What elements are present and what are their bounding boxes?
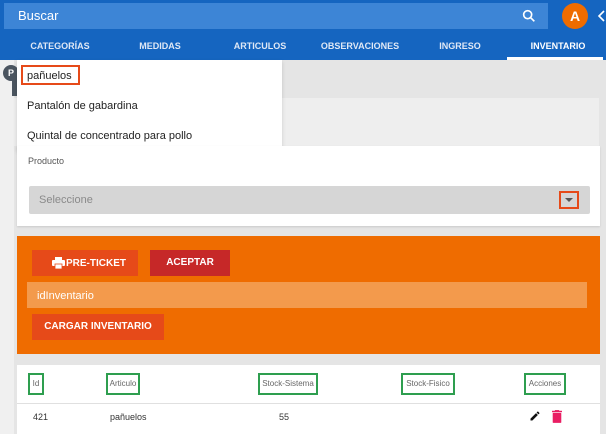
header-stock-sistema: Stock-Sistema	[258, 373, 318, 395]
background-panel	[0, 60, 14, 434]
producto-card: Producto Seleccione	[17, 146, 600, 226]
producto-select[interactable]: Seleccione	[29, 186, 590, 214]
header-stock-fisico: Stock-Fisico	[401, 373, 455, 395]
cell-id: 421	[33, 412, 49, 422]
cell-articulo: pañuelos	[110, 412, 147, 422]
tab-categorias[interactable]: CATEGORÍAS	[0, 32, 120, 60]
dropdown-arrow-button[interactable]	[559, 191, 579, 209]
cell-stock-sistema: 55	[279, 412, 290, 422]
caret-down-icon	[565, 198, 573, 202]
id-inventario-field[interactable]: idInventario	[27, 282, 587, 308]
pre-ticket-button[interactable]: PRE-TICKET	[32, 250, 138, 276]
edit-icon[interactable]	[529, 410, 541, 422]
search-icon[interactable]	[521, 8, 537, 24]
pre-ticket-label: PRE-TICKET	[66, 258, 126, 269]
user-avatar[interactable]: A	[562, 3, 588, 29]
producto-label: Producto	[28, 156, 65, 166]
header-acciones: Acciones	[524, 373, 566, 395]
tab-inventario[interactable]: INVENTARIO	[510, 32, 606, 60]
chevron-left-icon[interactable]	[597, 10, 606, 22]
top-app-bar: A	[0, 0, 606, 32]
inventory-actions-panel: PRE-TICKET ACEPTAR idInventario CARGAR I…	[17, 236, 600, 354]
cargar-inventario-button[interactable]: CARGAR INVENTARIO	[32, 314, 164, 340]
dropdown-option-quintal[interactable]: Quintal de concentrado para pollo	[27, 130, 192, 142]
header-id: Id	[28, 373, 44, 395]
header-articulo: Articulo	[106, 373, 140, 395]
tab-medidas[interactable]: MEDIDAS	[120, 32, 200, 60]
inventory-table: Id Articulo Stock-Sistema Stock-Fisico A…	[17, 365, 600, 434]
select-value: Seleccione	[39, 194, 93, 206]
highlight-box	[21, 65, 80, 85]
tab-ingreso[interactable]: INGRESO	[420, 32, 500, 60]
aceptar-button[interactable]: ACEPTAR	[150, 250, 230, 276]
active-tab-indicator	[507, 57, 603, 60]
dropdown-option-pantalon[interactable]: Pantalón de gabardina	[27, 100, 138, 112]
print-icon	[52, 257, 65, 269]
row-divider	[17, 403, 600, 404]
delete-icon[interactable]	[552, 410, 562, 423]
tab-articulos[interactable]: ARTICULOS	[220, 32, 300, 60]
search-input[interactable]	[18, 8, 498, 23]
id-inventario-placeholder: idInventario	[37, 290, 94, 302]
search-bar[interactable]	[4, 3, 548, 29]
tab-bar: CATEGORÍAS MEDIDAS ARTICULOS OBSERVACION…	[0, 32, 606, 60]
tab-observaciones[interactable]: OBSERVACIONES	[310, 32, 410, 60]
